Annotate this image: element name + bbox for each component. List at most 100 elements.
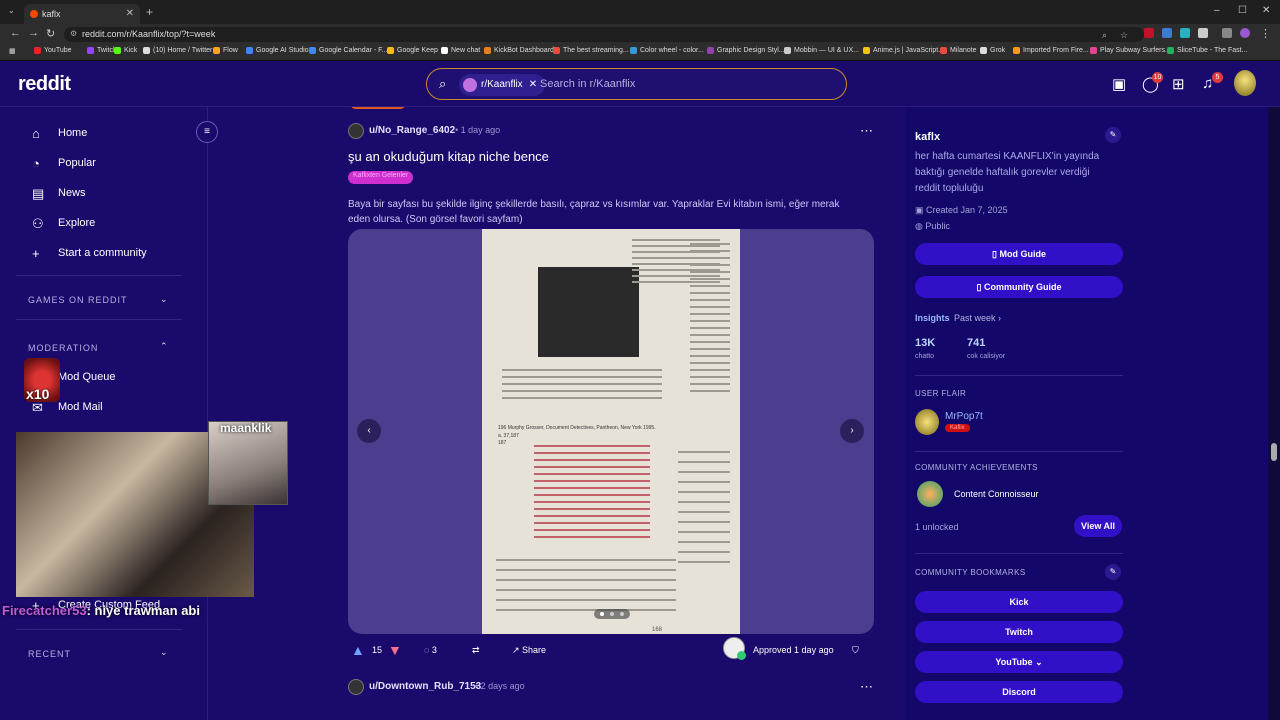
extension-red-icon[interactable] [1144,28,1154,38]
page-scrollbar[interactable] [1268,107,1280,720]
comments-button[interactable]: ◌ 3 [424,645,437,655]
bookmark-item[interactable]: Google AI Studio [246,47,309,54]
bookmark-favicon-icon [1013,47,1020,54]
bookmark-item[interactable]: Google Calendar - F... [309,47,387,54]
chevron-down-icon[interactable]: ⌄ [160,294,168,305]
browser-tab[interactable]: kaflx ✕ [24,4,140,24]
mail-icon: ✉ [32,400,43,415]
crosspost-icon[interactable]: ⇄ [472,645,480,656]
author-avatar[interactable] [348,679,364,695]
extension-teal-icon[interactable] [1180,28,1190,38]
edit-pencil-icon[interactable]: ✎ [1105,127,1121,143]
bookmark-item[interactable]: Anime.js | JavaScript... [863,47,944,54]
post-author[interactable]: u/No_Range_6402 [369,125,455,136]
downvote-icon[interactable]: ▼ [388,642,402,658]
carousel-prev-icon[interactable]: ‹ [357,419,381,443]
text-line [534,452,650,454]
bookmark-youtube-button[interactable]: YouTube ⌄ [915,651,1123,673]
download-icon[interactable] [1222,28,1232,38]
moderation-section-header[interactable]: MODERATION [28,343,98,353]
close-tab-icon[interactable]: ✕ [126,8,134,19]
post-author[interactable]: u/Downtown_Rub_7153 [369,681,481,692]
scrollbar-thumb[interactable] [1271,443,1277,461]
flair-avatar [915,409,939,435]
ads-icon[interactable]: ▣ [1112,75,1126,93]
share-button[interactable]: ↗ Share [512,645,546,656]
view-all-button[interactable]: View All [1074,515,1122,537]
chevron-down-icon[interactable]: ⌄ [160,647,168,658]
insights-period[interactable]: Past week › [954,313,1001,323]
extension-blue-icon[interactable] [1162,28,1172,38]
community-search-chip[interactable]: r/Kaanflix ✕ [459,74,546,96]
new-tab-icon[interactable]: + [146,5,153,19]
post-options-icon[interactable]: ⋯ [860,679,873,695]
post-image-carousel[interactable]: 196 Murphy Grosser, Document Detectives,… [348,229,874,634]
apps-grid-icon[interactable]: ▦ [9,47,16,55]
bookmark-item[interactable]: Kick [114,47,137,54]
tab-search-icon[interactable]: ⌄ [8,6,15,15]
approver-avatar[interactable] [723,637,746,660]
carousel-next-icon[interactable]: › [840,419,864,443]
bookmark-item[interactable]: Twitch [87,47,117,54]
site-info-icon[interactable]: ⚙ [70,29,77,38]
achievement-badge-icon [917,481,943,507]
bookmark-item[interactable]: KickBot Dashboard [484,47,554,54]
back-icon[interactable]: ← [10,27,21,39]
maximize-icon[interactable]: ☐ [1238,5,1247,16]
post-title[interactable]: şu an okuduğum kitap niche bence [348,149,549,164]
text-line [678,451,730,453]
bookmark-twitch-button[interactable]: Twitch [915,621,1123,643]
bookmark-item[interactable]: Milanote [940,47,976,54]
sidebar-item-news[interactable]: ▤ News [32,186,86,201]
extensions-puzzle-icon[interactable] [1198,28,1208,38]
bookmark-kick-button[interactable]: Kick [915,591,1123,613]
user-avatar[interactable] [1234,70,1256,96]
bookmark-item[interactable]: SliceTube - The Fast... [1167,47,1247,54]
text-line [534,459,650,461]
menu-kebab-icon[interactable]: ⋮ [1260,27,1271,40]
sidebar-item-start-community[interactable]: + Start a community [32,246,147,261]
author-avatar[interactable] [348,123,364,139]
sidebar-item-explore[interactable]: ⚇ Explore [32,216,95,231]
user-flair-name[interactable]: MrPop7t [945,411,983,422]
mod-shield-icon[interactable]: ⛉ [852,645,859,656]
create-post-icon[interactable]: ⊞ [1172,75,1185,93]
sidebar-item-popular[interactable]: ◔ Popular [32,156,96,171]
bookmark-item[interactable]: New chat [441,47,480,54]
reload-icon[interactable]: ↻ [46,27,55,40]
profile-icon[interactable] [1240,28,1250,38]
bookmark-item[interactable]: Color wheel - color... [630,47,704,54]
zoom-icon[interactable]: ⌕ [1102,30,1107,41]
text-line [678,481,730,483]
post-flair[interactable]: Kaflixten Gelenler [348,171,414,184]
community-guide-button[interactable]: ▯ Community Guide [915,276,1123,298]
games-section-header[interactable]: GAMES ON REDDIT [28,295,128,305]
bookmark-item[interactable]: YouTube [34,47,72,54]
bookmark-item[interactable]: Grok [980,47,1005,54]
bookmark-star-icon[interactable]: ☆ [1120,30,1128,41]
forward-icon[interactable]: → [28,27,39,39]
edit-pencil-icon[interactable]: ✎ [1105,564,1121,580]
bookmark-discord-button[interactable]: Discord [915,681,1123,703]
bookmark-item[interactable]: Flow [213,47,238,54]
bookmark-item[interactable]: Google Keep [387,47,438,54]
chip-close-icon[interactable]: ✕ [529,79,537,90]
bookmark-item[interactable]: (10) Home / Twitter [143,47,212,54]
bookmark-item[interactable]: Imported From Fire... [1013,47,1089,54]
chevron-up-icon[interactable]: ⌃ [160,341,168,352]
bookmark-item[interactable]: The best streaming... [553,47,629,54]
bookmark-item[interactable]: Play Subway Surfers... [1090,47,1171,54]
upvote-icon[interactable]: ▲ [351,642,365,658]
mod-guide-button[interactable]: ▯ Mod Guide [915,243,1123,265]
address-bar[interactable]: ⚙ reddit.com/r/Kaanflix/top/?t=week ⌕ ☆ [64,27,1144,42]
sidebar-item-home[interactable]: ⌂ Home [32,126,87,141]
minimize-icon[interactable]: – [1214,5,1220,16]
bookmark-item[interactable]: Graphic Design Styl... [707,47,785,54]
recent-section-header[interactable]: RECENT [28,649,71,659]
close-window-icon[interactable]: ✕ [1262,5,1270,16]
post-options-icon[interactable]: ⋯ [860,123,873,139]
search-bar[interactable]: ⌕ r/Kaanflix ✕ Search in r/Kaanflix [426,68,847,100]
bookmark-item[interactable]: Mobbin — UI & UX... [784,47,859,54]
sidebar-item-mod-mail[interactable]: ✉ Mod Mail [32,400,103,415]
reddit-logo[interactable]: reddit [18,73,71,96]
